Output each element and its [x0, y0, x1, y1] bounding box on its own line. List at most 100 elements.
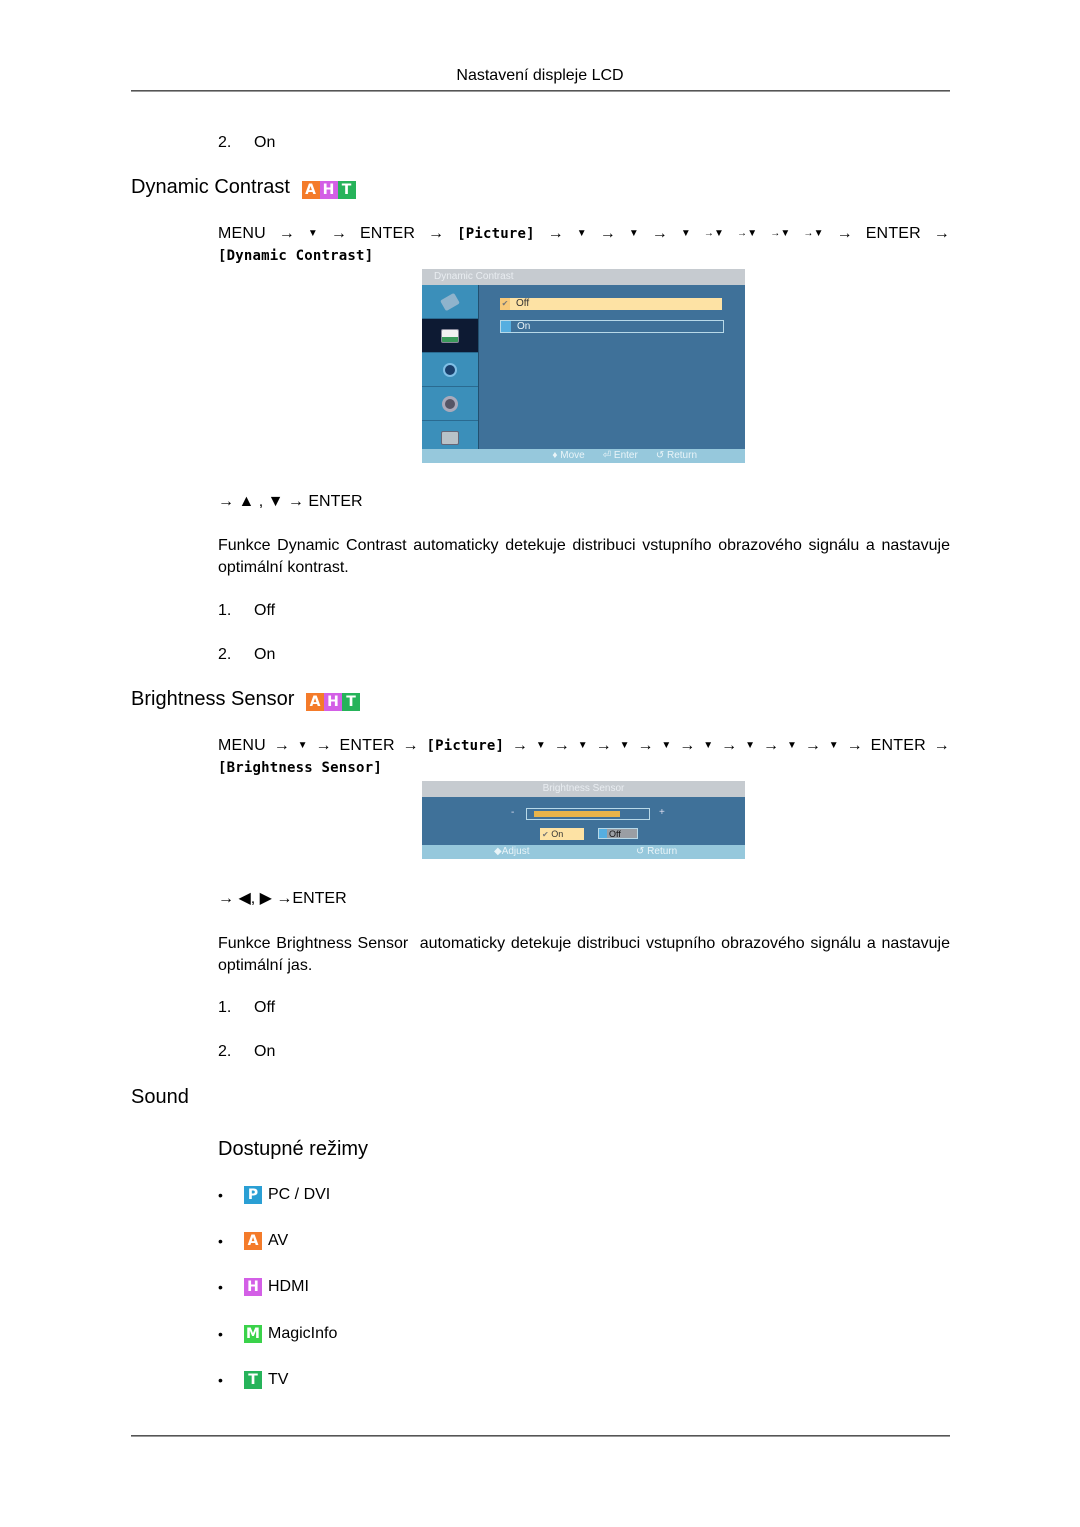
- input-icon: [440, 292, 460, 311]
- key-label: ENTER: [865, 225, 921, 242]
- down-key-icon: ▼: [576, 228, 587, 239]
- footer-rule: [131, 1435, 950, 1437]
- list-label: Off: [254, 999, 276, 1016]
- down-key-icon: ▼: [680, 228, 691, 239]
- osd-footer: ♦ Move ⏎ Enter ↺ Return: [422, 449, 745, 463]
- dynamic-contrast-nav-path: MENU → ▼ → ENTER → [Picture] → ▼ → ▼ → ▼ →▼ →▼ →▼ →▼ → ENT…: [218, 223, 950, 267]
- brightness-sensor-osd: Brightness Sensor - + ✔ On Off ◆Adjust ↺…: [422, 781, 745, 859]
- bullet-icon: •: [218, 1233, 223, 1249]
- sound-icon: [443, 362, 457, 377]
- down-key-icon: ▼: [828, 740, 839, 751]
- dynamic-contrast-after-nav: → ▲ , ▼ → ENTER: [218, 493, 363, 510]
- header-rule: [131, 90, 950, 92]
- minus-label: -: [511, 807, 515, 818]
- selection-marker-icon: [501, 321, 511, 332]
- hdmi-badge-icon: H: [323, 693, 342, 711]
- arrow-icon: →: [637, 737, 654, 754]
- check-icon: ✔: [542, 830, 549, 839]
- down-key-icon: ▼: [535, 740, 546, 751]
- down-key-icon: ▼: [745, 740, 756, 751]
- check-icon: ✔: [500, 298, 510, 310]
- av-badge-icon: A: [301, 181, 320, 199]
- arrow-icon: →: [553, 737, 570, 754]
- brightness-level-bar[interactable]: [526, 808, 650, 820]
- mode-item: • A AV: [218, 1232, 288, 1250]
- leftright-icon: ◆: [494, 846, 502, 857]
- osd-sidebar-input[interactable]: [422, 285, 478, 319]
- dynamic-contrast-description: Funkce Dynamic Contrast automaticky dete…: [218, 537, 950, 576]
- down-key-icon: ▼: [619, 740, 630, 751]
- return-icon: ↺: [636, 846, 645, 857]
- arrow-icon: →: [595, 737, 612, 754]
- down-key-icon: ▼: [786, 740, 798, 751]
- mode-badges: A H T: [305, 693, 360, 711]
- description-term: Brightness Sensor: [276, 935, 409, 952]
- tv-badge-icon: T: [341, 693, 360, 711]
- osd-sidebar-picture[interactable]: [422, 319, 478, 353]
- setup-icon: [442, 395, 458, 412]
- menu-name: [Picture]: [457, 226, 535, 242]
- hdmi-badge-icon: H: [319, 181, 338, 199]
- heading-text: Dynamic Contrast: [131, 176, 290, 198]
- return-icon: ↺: [655, 450, 665, 461]
- down-key-icon: ▼: [628, 228, 639, 239]
- dynamic-contrast-heading: Dynamic Contrast A H T: [131, 176, 356, 199]
- arrow-icon: →: [547, 225, 564, 242]
- list-item: 1. Off: [218, 602, 276, 619]
- arrow-icon: →: [804, 737, 822, 754]
- arrow-icon: →: [278, 225, 295, 242]
- multi-control-icon: [441, 430, 459, 445]
- osd-sidebar-sound[interactable]: [422, 353, 478, 387]
- footer-return: ↺ Return: [636, 846, 678, 857]
- arrow-icon: →: [402, 737, 419, 754]
- arrow-icon: →: [651, 225, 668, 242]
- bullet-icon: •: [218, 1326, 223, 1342]
- list-label: Off: [254, 602, 276, 619]
- footer-adjust: ◆Adjust: [494, 846, 530, 857]
- key-label: ENTER: [339, 737, 395, 754]
- arrow-icon: →: [679, 737, 696, 754]
- heading-text: Brightness Sensor: [131, 688, 295, 710]
- arrow-icon: →: [330, 225, 348, 242]
- osd-sidebar-setup[interactable]: [422, 387, 478, 421]
- down-key-icon: →▼: [703, 228, 725, 239]
- down-key-icon: ▼: [297, 740, 308, 751]
- list-item: 1. Off: [218, 999, 276, 1016]
- down-key-icon: ▼: [703, 740, 714, 751]
- key-label: ENTER: [359, 225, 416, 242]
- list-label: On: [254, 1043, 276, 1060]
- tv-badge-icon: T: [337, 181, 356, 199]
- list-number: 2.: [218, 134, 232, 151]
- sound-heading: Sound: [131, 1086, 189, 1108]
- osd-button-on[interactable]: ✔ On: [540, 828, 584, 840]
- osd-button-off[interactable]: Off: [598, 828, 638, 839]
- list-label: On: [254, 134, 276, 151]
- osd-option-on[interactable]: On: [500, 320, 724, 333]
- key-label: MENU: [218, 737, 266, 754]
- option-label: Off: [516, 298, 530, 309]
- list-item: 2. On: [218, 646, 276, 663]
- brightness-sensor-heading: Brightness Sensor A H T: [131, 688, 360, 711]
- hdmi-badge-icon: H: [244, 1278, 262, 1296]
- arrow-icon: →: [721, 737, 738, 754]
- arrow-icon: →: [846, 737, 863, 754]
- mode-label: MagicInfo: [268, 1325, 338, 1342]
- footer-move: ♦ Move: [552, 450, 585, 461]
- arrow-icon: →: [511, 737, 529, 754]
- av-badge-icon: A: [305, 693, 324, 711]
- bullet-icon: •: [218, 1279, 223, 1295]
- osd-sidebar: [422, 285, 479, 449]
- down-key-icon: →▼: [770, 228, 791, 239]
- down-key-icon: →▼: [737, 228, 758, 239]
- mode-label: TV: [268, 1371, 289, 1388]
- available-modes-heading: Dostupné režimy: [218, 1138, 369, 1160]
- bullet-icon: •: [218, 1187, 223, 1203]
- brightness-sensor-nav-path: MENU → ▼ → ENTER → [Picture] → ▼ → ▼ → ▼ → ▼ → ▼ → ▼ → ▼ → ▼ → E…: [218, 735, 950, 779]
- arrow-icon: →: [599, 225, 616, 242]
- key-label: ENTER: [870, 737, 926, 754]
- down-key-icon: ▼: [661, 740, 672, 751]
- osd-option-off[interactable]: ✔ Off: [500, 298, 722, 310]
- osd-footer: ◆Adjust ↺ Return: [422, 845, 745, 859]
- mode-label: AV: [268, 1232, 289, 1249]
- down-key-icon: →▼: [803, 228, 824, 239]
